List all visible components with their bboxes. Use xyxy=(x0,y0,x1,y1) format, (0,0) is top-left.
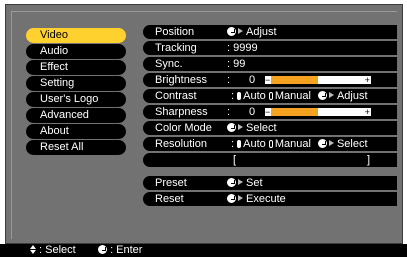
sharpness-value: 0 xyxy=(249,106,256,118)
color-mode-label: Color Mode xyxy=(155,122,212,134)
position-label: Position xyxy=(155,26,195,38)
row-position[interactable]: Position Adjust xyxy=(143,25,397,39)
preset-action: Set xyxy=(246,177,263,189)
row-sharpness[interactable]: Sharpness : 0 − + xyxy=(143,105,397,119)
slider-plus-icon: + xyxy=(364,107,370,117)
enter-icon xyxy=(227,178,236,187)
menu-item-about[interactable]: About xyxy=(26,124,126,139)
preset-label: Preset xyxy=(155,177,187,189)
resolution-label: Resolution xyxy=(155,138,207,150)
brightness-label: Brightness xyxy=(155,74,207,86)
brightness-slider-fill xyxy=(271,76,318,84)
radio-auto-icon[interactable] xyxy=(237,92,242,100)
row-contrast[interactable]: Contrast : Auto Manual Adjust xyxy=(143,89,397,103)
footer-select-hint: : Select xyxy=(30,244,76,257)
position-value: Adjust xyxy=(227,25,277,39)
resolution-field-close: ] xyxy=(367,154,371,166)
footer-enter-label: : Enter xyxy=(110,244,143,256)
contrast-options: : Auto Manual Adjust xyxy=(231,90,368,102)
arrow-right-icon xyxy=(328,92,334,98)
radio-manual-icon[interactable] xyxy=(268,92,273,100)
reset-label: Reset xyxy=(155,193,184,205)
row-brightness[interactable]: Brightness : 0 − + xyxy=(143,73,397,87)
menu-item-reset-all[interactable]: Reset All xyxy=(26,140,126,155)
footer-enter-hint: : Enter xyxy=(98,244,142,257)
sharpness-slider-fill xyxy=(271,108,318,116)
menu-item-audio[interactable]: Audio xyxy=(26,44,126,59)
brightness-slider[interactable]: − + xyxy=(265,75,371,85)
radio-auto-icon[interactable] xyxy=(237,140,242,148)
arrow-right-icon xyxy=(238,195,243,201)
preset-value: Set xyxy=(227,176,263,190)
arrow-right-icon xyxy=(238,124,243,130)
enter-icon xyxy=(227,194,236,203)
row-preset[interactable]: Preset Set xyxy=(143,176,397,190)
arrow-right-icon xyxy=(328,140,334,146)
resolution-opt-manual: Manual xyxy=(274,138,311,150)
enter-icon xyxy=(98,245,107,254)
sync-label: Sync. xyxy=(155,58,183,70)
arrow-right-icon xyxy=(238,28,243,34)
enter-icon xyxy=(227,123,236,132)
slider-minus-icon: − xyxy=(265,107,271,117)
row-color-mode[interactable]: Color Mode Select xyxy=(143,121,397,135)
resolution-field-open: [ xyxy=(233,154,237,166)
enter-icon xyxy=(227,27,236,36)
position-action: Adjust xyxy=(246,26,277,38)
sharpness-colon: : xyxy=(227,106,231,118)
contrast-label: Contrast xyxy=(155,90,197,102)
resolution-action: Select xyxy=(336,138,368,150)
footer-hint-bar: : Select : Enter xyxy=(0,244,407,257)
row-reset[interactable]: Reset Execute xyxy=(143,192,397,206)
updown-icon xyxy=(30,245,36,254)
row-resolution-field: [ ] xyxy=(143,153,397,167)
resolution-options: : Auto Manual Select xyxy=(231,138,368,150)
color-mode-value: Select xyxy=(227,121,277,135)
menu-item-effect[interactable]: Effect xyxy=(26,60,126,75)
slider-plus-icon: + xyxy=(364,75,370,85)
reset-value: Execute xyxy=(227,192,286,206)
radio-manual-icon[interactable] xyxy=(268,140,273,148)
enter-icon xyxy=(317,91,327,100)
menu-item-advanced[interactable]: Advanced xyxy=(26,108,126,123)
contrast-opt-auto: Auto xyxy=(243,90,266,102)
row-sync[interactable]: Sync. : 99 xyxy=(143,57,397,71)
row-tracking[interactable]: Tracking : 9999 xyxy=(143,41,397,55)
arrow-right-icon xyxy=(238,179,243,185)
enter-icon xyxy=(317,139,327,148)
projector-osd: Video Audio Effect Setting User's Logo A… xyxy=(0,0,407,257)
contrast-opt-manual: Manual xyxy=(274,90,311,102)
brightness-value: 0 xyxy=(249,74,256,86)
contrast-action: Adjust xyxy=(336,90,368,102)
menu-item-video[interactable]: Video xyxy=(26,28,126,43)
brightness-colon: : xyxy=(227,74,231,86)
sync-value: : 99 xyxy=(227,58,246,70)
reset-action: Execute xyxy=(246,193,286,205)
menu-item-setting[interactable]: Setting xyxy=(26,76,126,91)
slider-minus-icon: − xyxy=(265,75,271,85)
color-mode-action: Select xyxy=(246,122,277,134)
sharpness-slider[interactable]: − + xyxy=(265,107,371,117)
tracking-label: Tracking xyxy=(155,42,197,54)
menu-item-users-logo[interactable]: User's Logo xyxy=(26,92,126,107)
footer-select-label: : Select xyxy=(39,244,76,256)
row-resolution[interactable]: Resolution : Auto Manual Select xyxy=(143,137,397,151)
tracking-value: : 9999 xyxy=(227,42,258,54)
sharpness-label: Sharpness xyxy=(155,106,208,118)
resolution-opt-auto: Auto xyxy=(243,138,266,150)
